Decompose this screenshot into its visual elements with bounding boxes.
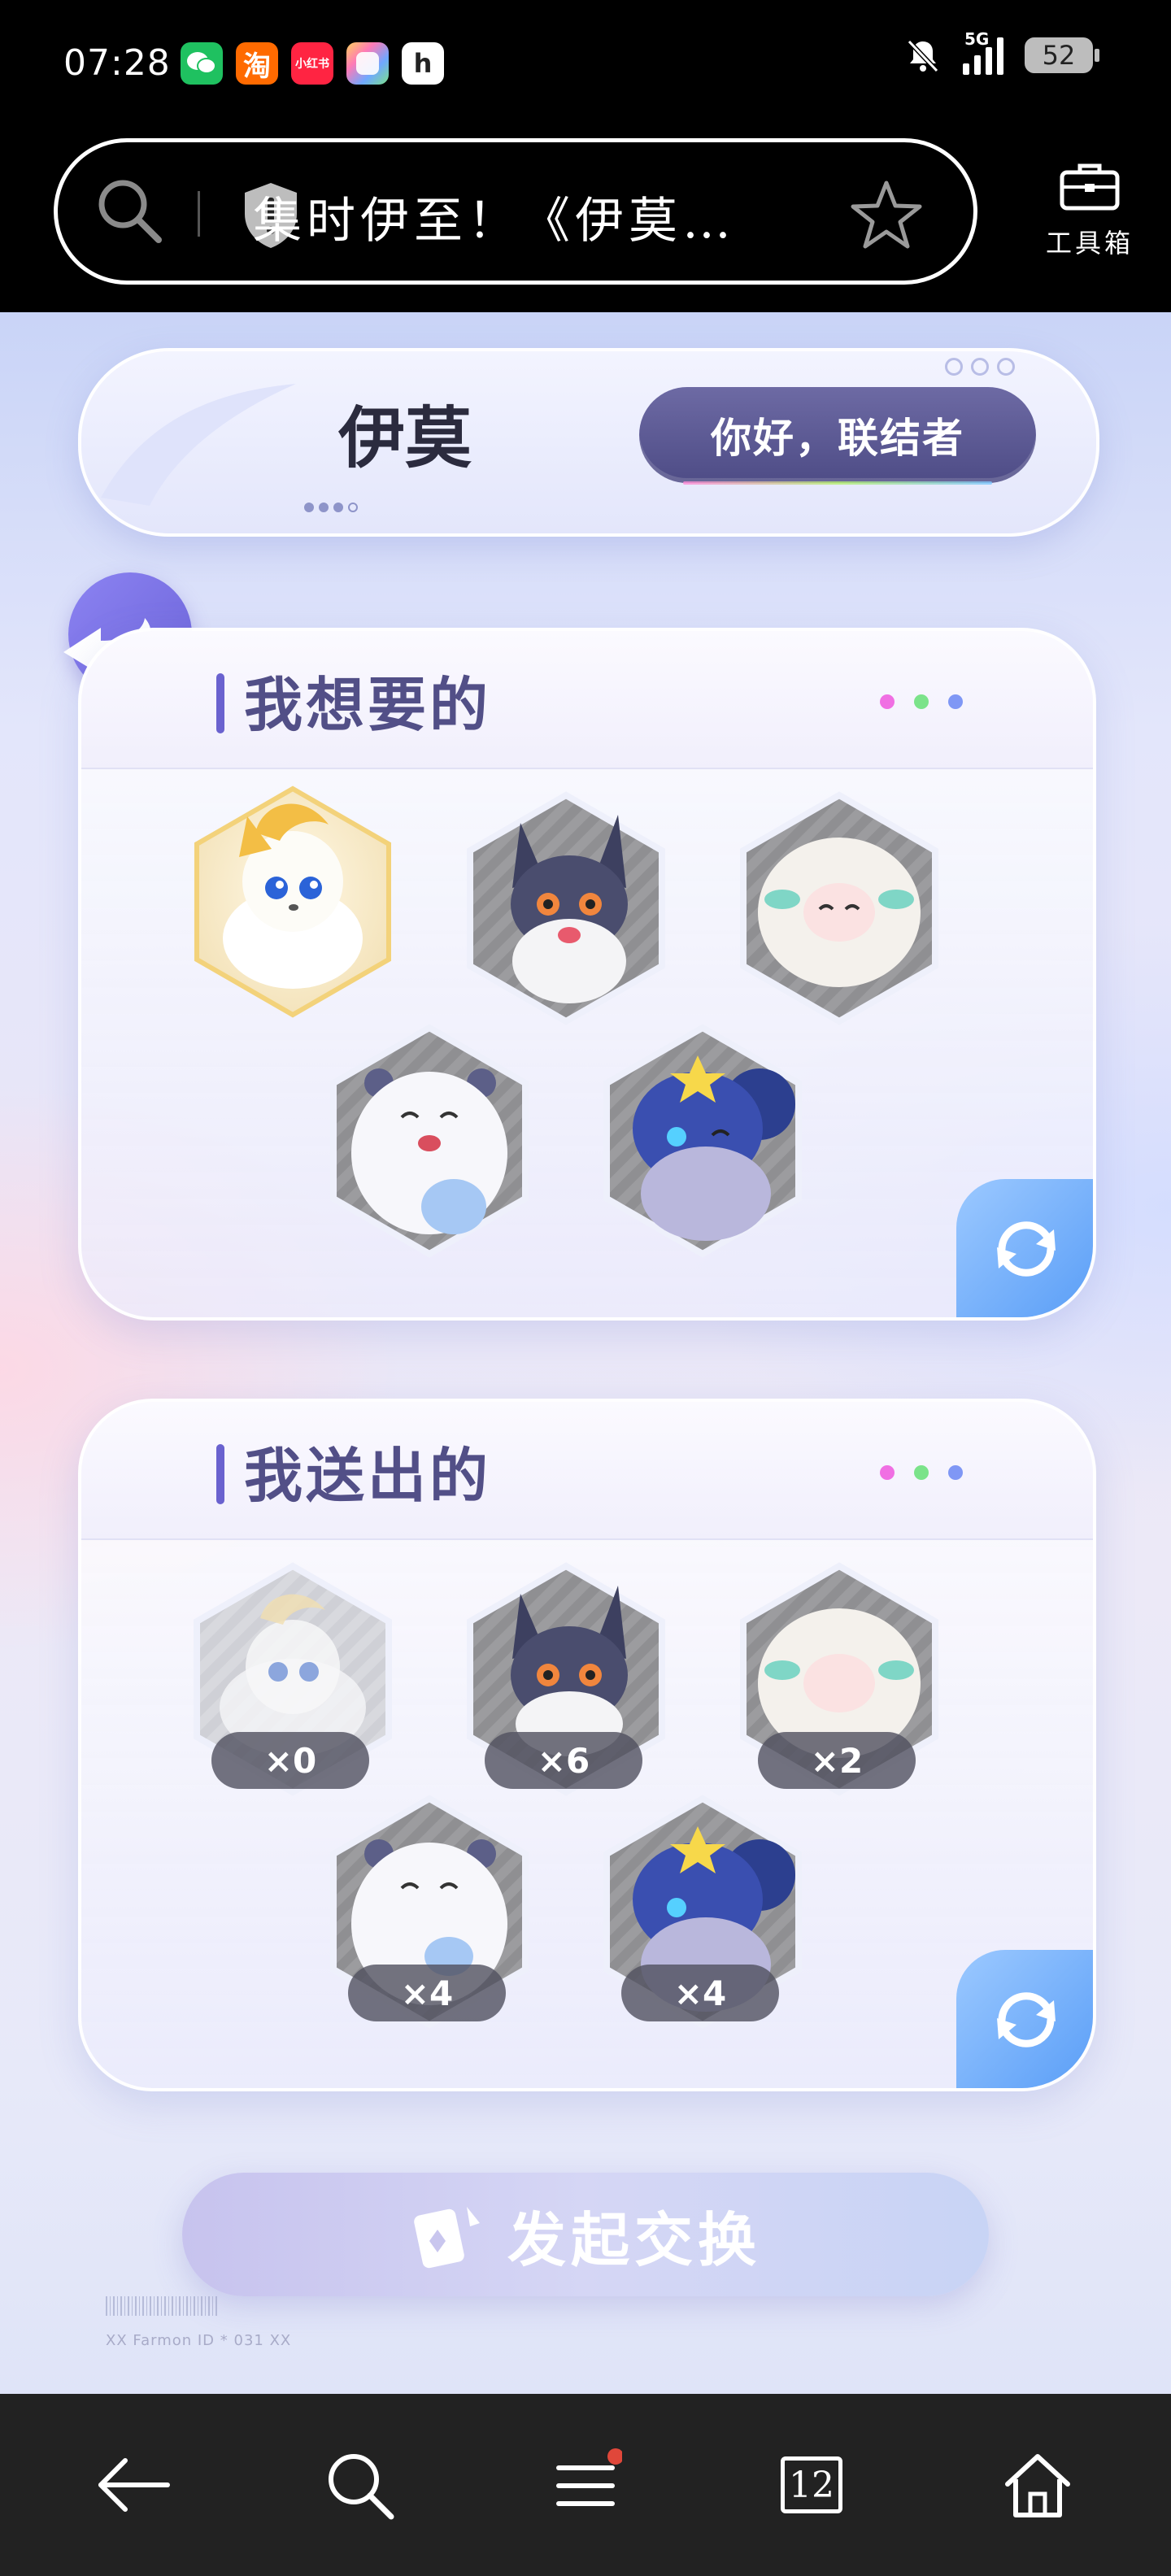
wanted-item-golden-fox[interactable] [190,784,395,1020]
give-count-badge: ×6 [485,1732,642,1789]
toolbox-button[interactable]: 工具箱 [1041,159,1138,260]
greeting-underline [683,481,992,485]
wanted-refresh-button[interactable] [956,1179,1093,1317]
nav-home-button[interactable] [992,2439,1083,2530]
header-card: 伊莫 你好，联结者 [78,348,1099,537]
panel-dots [880,694,963,709]
status-app-icons: 淘 小红书 h [181,42,444,85]
toolbox-label: 工具箱 [1045,228,1134,259]
wanted-panel: 我想要的 [78,628,1096,1321]
status-indicators: 5G 52 [904,29,1099,75]
give-count-badge: ×2 [758,1732,916,1789]
game-logo: 伊莫 [338,384,472,481]
network-type: 5G [964,29,990,49]
wechat-icon [181,42,223,85]
title-accent-bar [216,1444,224,1504]
browser-toolbar: 集时伊至！《伊莫… 工具箱 [0,130,1171,312]
start-exchange-label: 发起交换 [507,2205,761,2274]
web-page: 伊莫 你好，联结者 我想要的 我送出的 ×0 ×6 ×2 ×4 ×4 发起交换 … [0,312,1171,2394]
refresh-icon [997,1221,1056,1277]
wanted-item-dark-fox[interactable] [464,790,668,1026]
search-icon[interactable] [94,175,165,246]
page-title-text[interactable]: 集时伊至！《伊莫… [253,181,736,252]
nav-menu-button[interactable] [540,2439,631,2530]
give-item-fluffy-sheep[interactable]: ×2 [737,1561,942,1797]
cellular-signal-icon: 5G [963,29,1003,75]
greeting-button[interactable]: 你好，联结者 [639,387,1036,483]
status-bar: 07:28 淘 小红书 h 5G 52 [0,0,1171,130]
decorative-barcode [106,2296,220,2316]
logo-text: 伊莫 [338,402,472,476]
decorative-swoosh [101,384,296,506]
browser-nav-bar: 12 [0,2394,1171,2576]
give-count-badge: ×4 [348,1965,506,2021]
give-panel: 我送出的 ×0 ×6 ×2 ×4 ×4 [78,1399,1096,2091]
give-panel-header: 我送出的 [81,1402,1093,1540]
mute-bell-icon [907,39,939,73]
toolbox-icon [1060,163,1120,211]
wanted-panel-title: 我想要的 [244,671,492,739]
refresh-icon [997,1992,1056,2047]
xiaohongshu-icon: 小红书 [291,42,333,85]
nav-tabs-button[interactable]: 12 [766,2439,857,2530]
status-time: 07:28 [63,42,171,84]
address-divider [198,191,200,237]
footer-meta: XX Farmon ID * 031 XX [106,2332,292,2349]
logo-dots [304,503,358,512]
taobao-icon: 淘 [236,42,278,85]
app-h-icon: h [402,42,444,85]
wanted-panel-header: 我想要的 [81,631,1093,769]
wanted-item-fluffy-sheep[interactable] [737,790,942,1026]
give-item-blue-squirrel[interactable]: ×4 [600,1794,805,2030]
give-item-white-bear[interactable]: ×4 [327,1794,532,2030]
give-count-badge: ×4 [621,1965,779,2021]
bookmark-star-icon[interactable] [850,180,923,250]
give-count-badge: ×0 [211,1732,369,1789]
menu-icon [556,2448,622,2506]
header-deco-icons [945,358,1015,376]
gallery-icon [346,42,389,85]
start-exchange-button[interactable]: 发起交换 [182,2173,989,2296]
give-refresh-button[interactable] [956,1950,1093,2088]
title-accent-bar [216,673,224,733]
give-panel-title: 我送出的 [244,1442,492,1510]
battery-indicator: 52 [1025,37,1099,73]
tabs-count: 12 [781,2456,842,2513]
wanted-item-white-bear[interactable] [327,1023,532,1259]
give-item-dark-fox[interactable]: ×6 [464,1561,668,1797]
search-icon [329,2454,394,2520]
nav-search-button[interactable] [314,2439,405,2530]
wanted-item-blue-squirrel[interactable] [600,1023,805,1259]
home-icon [1005,2454,1070,2517]
address-bar[interactable]: 集时伊至！《伊莫… [54,138,977,285]
panel-dots [880,1465,963,1480]
nav-back-button[interactable] [88,2439,179,2530]
back-arrow-icon [98,2458,170,2512]
give-item-golden-fox[interactable]: ×0 [190,1561,395,1797]
card-exchange-icon [414,2207,480,2269]
